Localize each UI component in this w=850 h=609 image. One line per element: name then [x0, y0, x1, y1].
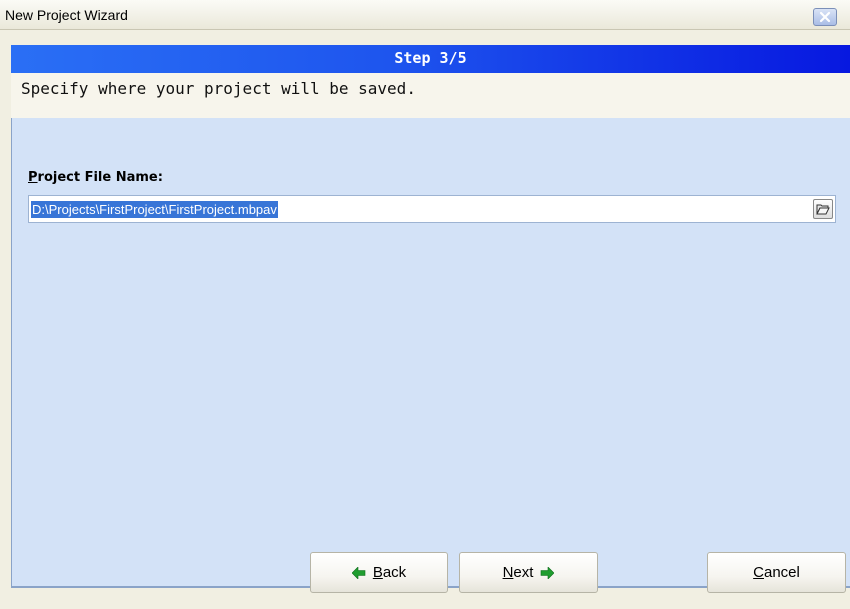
next-button[interactable]: Next	[459, 552, 598, 593]
close-button[interactable]	[813, 8, 837, 26]
project-file-name-label-mnemonic: P	[28, 170, 38, 185]
project-file-path-input[interactable]: D:\Projects\FirstProject\FirstProject.mb…	[28, 195, 836, 223]
project-file-name-label: Project File Name:	[28, 170, 163, 185]
step-banner: Step 3/5	[11, 45, 850, 73]
step-description: Specify where your project will be saved…	[21, 79, 416, 98]
cancel-button-label: Cancel	[753, 564, 800, 581]
window-title: New Project Wizard	[5, 7, 128, 23]
next-button-label: Next	[502, 564, 534, 581]
project-file-path-value: D:\Projects\FirstProject\FirstProject.mb…	[31, 201, 278, 218]
cancel-button[interactable]: Cancel	[707, 552, 846, 593]
project-file-name-label-text: roject File Name:	[37, 170, 163, 185]
arrow-left-icon	[351, 566, 366, 579]
step-label: Step 3/5	[394, 49, 467, 67]
title-bar[interactable]: New Project Wizard	[0, 0, 850, 30]
close-icon	[819, 11, 831, 23]
folder-open-icon	[816, 204, 830, 215]
browse-button[interactable]	[813, 199, 833, 219]
arrow-right-icon	[541, 566, 555, 579]
wizard-window: New Project Wizard Step 3/5 Specify wher…	[0, 0, 850, 609]
back-button[interactable]: Back	[310, 552, 448, 593]
content-panel: Project File Name: D:\Projects\FirstProj…	[11, 118, 850, 588]
step-description-area: Specify where your project will be saved…	[11, 73, 850, 118]
back-button-label: Back	[372, 564, 407, 581]
